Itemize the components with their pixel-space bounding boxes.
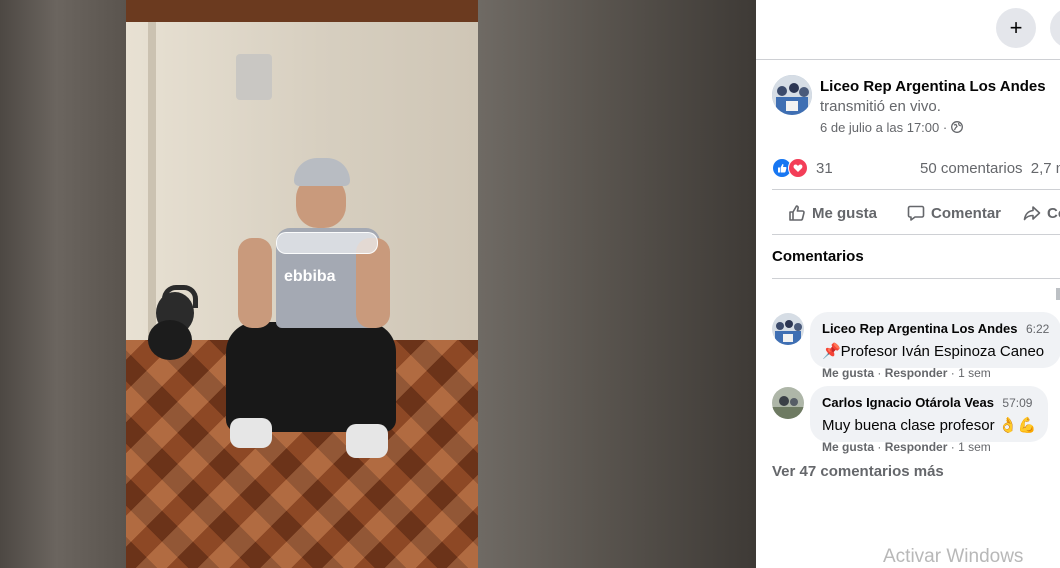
stats-divider: [772, 189, 1060, 190]
comment-actions: Me gusta · Responder · 1 sem: [822, 366, 991, 380]
comment-avatar[interactable]: [772, 313, 804, 345]
share-icon: [1023, 206, 1041, 221]
video-person-shoe-left: [230, 418, 272, 448]
comment-text: 📌Profesor Iván Espinoza Caneo: [822, 343, 1045, 360]
comment-like-link[interactable]: Me gusta: [822, 440, 874, 454]
video-wall-edge: [148, 22, 156, 342]
view-more-comments-link[interactable]: Ver 47 comentarios más: [772, 463, 944, 480]
comment-author-link[interactable]: Liceo Rep Argentina Los Andes: [822, 321, 1018, 336]
like-label: Me gusta: [812, 204, 878, 222]
page-avatar[interactable]: [772, 75, 812, 115]
plus-icon: +: [1009, 15, 1023, 40]
comment-reply-link[interactable]: Responder: [885, 366, 948, 380]
page-name-link[interactable]: Liceo Rep Argentina Los Andes: [820, 78, 1046, 95]
share-label: Co: [1047, 204, 1060, 222]
comment-button[interactable]: Comentar: [907, 202, 1001, 224]
comment-video-timestamp[interactable]: 6:22: [1026, 322, 1049, 336]
comment-age[interactable]: 1 sem: [958, 440, 991, 454]
like-button[interactable]: Me gusta: [788, 202, 877, 224]
video-shirt-logo: ebbiba: [284, 268, 336, 285]
comments-count-link[interactable]: 50 comentarios: [920, 160, 1023, 177]
comment-avatar[interactable]: [772, 387, 804, 419]
video-player[interactable]: ebbiba: [0, 0, 756, 568]
messenger-button[interactable]: [1050, 8, 1060, 48]
views-count: 2,7 m: [1030, 160, 1060, 177]
actions-divider: [772, 234, 1060, 235]
thumbs-up-icon: [789, 205, 805, 221]
comment-bubble: Carlos Ignacio Otárola Veas 57:09 Muy bu…: [810, 386, 1049, 442]
love-reaction-icon: [788, 158, 808, 178]
comments-heading: Comentarios: [772, 248, 864, 265]
comment-actions-dot: ·: [950, 440, 959, 454]
header-divider: [756, 59, 1060, 60]
comment-actions-dot: ·: [950, 366, 959, 380]
video-medicine-ball: [148, 320, 192, 360]
video-person-arm-left: [238, 238, 272, 328]
comment-video-timestamp[interactable]: 57:09: [1002, 396, 1032, 410]
comment-text: Muy buena clase profesor 👌💪: [822, 417, 1037, 434]
create-button[interactable]: +: [996, 8, 1036, 48]
comment-age[interactable]: 1 sem: [958, 366, 991, 380]
comment-actions-dot: ·: [877, 440, 885, 454]
video-person-shoe-right: [346, 424, 388, 458]
video-wall-dispenser: [236, 54, 272, 100]
comment-label: Comentar: [931, 204, 1002, 222]
reactions-summary[interactable]: 31: [772, 158, 833, 178]
comments-heading-divider: [772, 278, 1060, 279]
post-action-text: transmitió en vivo.: [820, 98, 941, 115]
meta-separator: ·: [942, 120, 948, 135]
reaction-count: 31: [816, 159, 833, 177]
video-ceiling: [126, 0, 478, 22]
post-date-link[interactable]: 6 de julio a las 17:00: [820, 120, 939, 135]
post-meta: 6 de julio a las 17:00 ·: [820, 120, 963, 135]
comment-bubble: Liceo Rep Argentina Los Andes 6:22 📌Prof…: [810, 312, 1060, 368]
post-side-panel: + Liceo Rep Argentina Los Andes transmit…: [756, 0, 1060, 568]
video-water-bottle: [276, 232, 378, 254]
share-button[interactable]: Co: [1023, 202, 1060, 224]
panel-scrollbar[interactable]: [1056, 288, 1060, 300]
comment-actions: Me gusta · Responder · 1 sem: [822, 440, 991, 454]
comment-like-link[interactable]: Me gusta: [822, 366, 874, 380]
video-blur-right: [478, 0, 756, 568]
comment-reply-link[interactable]: Responder: [885, 440, 948, 454]
video-frame[interactable]: ebbiba: [126, 0, 478, 568]
comment-icon: [907, 205, 925, 221]
comment-actions-dot: ·: [877, 366, 885, 380]
comment-author-link[interactable]: Carlos Ignacio Otárola Veas: [822, 395, 994, 410]
post-counts: 50 comentarios 2,7 m: [920, 160, 1060, 177]
windows-activation-watermark: Activar Windows: [883, 546, 1024, 567]
video-blur-left: [0, 0, 126, 568]
globe-icon: [950, 121, 963, 133]
